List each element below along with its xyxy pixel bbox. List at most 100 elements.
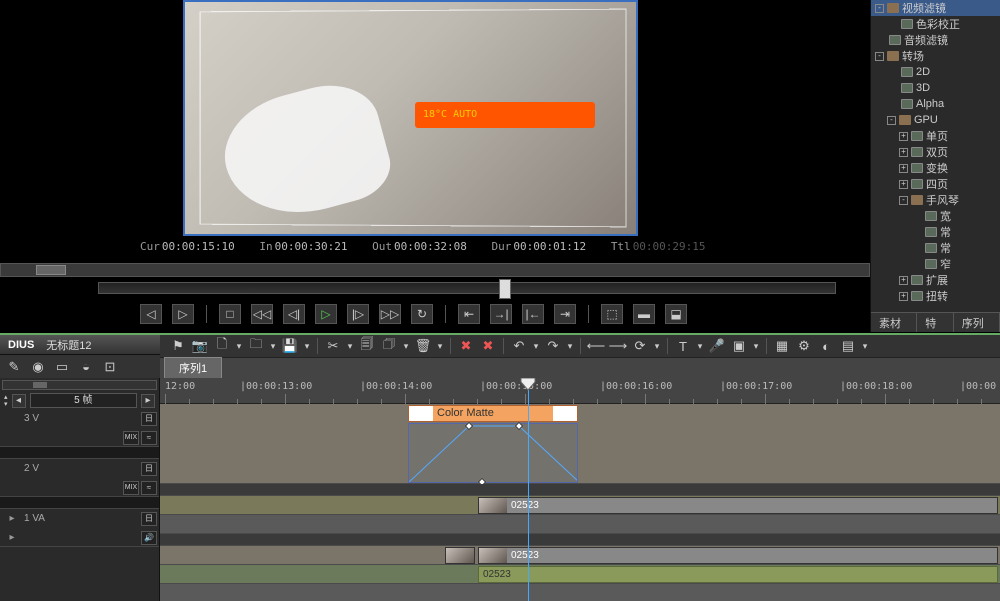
effects-tree-item[interactable]: +双页 [871, 144, 1000, 160]
preview-monitor[interactable]: 18°C AUTO [183, 0, 638, 236]
toolbar-button[interactable]: ↷ [543, 337, 563, 355]
toolbar-button[interactable]: ▾ [435, 337, 445, 355]
zoom-up-icon[interactable]: ▴ [4, 394, 8, 401]
tree-toggle-icon[interactable]: - [887, 116, 896, 125]
effects-tree-item[interactable]: +扩展 [871, 272, 1000, 288]
clip-02523-va-a[interactable]: 02523 [478, 566, 998, 583]
timeline[interactable]: 12:00|00:00:13:00|00:00:14:00|00:00:15:0… [160, 378, 1000, 601]
toolbar-button[interactable]: ▾ [565, 337, 575, 355]
zoom-next-button[interactable]: ▸ [141, 394, 155, 408]
tree-toggle-icon[interactable]: + [899, 164, 908, 173]
toolbar-button[interactable]: 🎤 [707, 337, 727, 355]
track-head-3v[interactable]: 3 V 日 MIX≈ [0, 409, 159, 447]
stop-button[interactable]: □ [219, 304, 241, 324]
effects-tree-item[interactable]: -GPU [871, 112, 1000, 128]
toolbar-button[interactable]: ⚑ [168, 337, 188, 355]
toolbar-button[interactable]: ✂ [323, 337, 343, 355]
track-1va-audio[interactable]: 02523 [160, 565, 1000, 584]
toolbar-button[interactable]: ▾ [234, 337, 244, 355]
mark-in-button[interactable]: ◁ [140, 304, 162, 324]
track-1va-video[interactable]: 02523 [160, 546, 1000, 565]
tab-markers[interactable]: 序列标 [954, 313, 1000, 332]
effects-tree-item[interactable]: +四页 [871, 176, 1000, 192]
time-ruler[interactable]: 12:00|00:00:13:00|00:00:14:00|00:00:15:0… [160, 378, 1000, 404]
clip-02523-v2[interactable]: 02523 [478, 497, 998, 514]
toolbar-button[interactable]: ▣ [729, 337, 749, 355]
effects-tree-item[interactable]: 色彩校正 [871, 16, 1000, 32]
clip-thumb-prev[interactable] [445, 547, 475, 564]
toolbar-button[interactable]: 🗐 [357, 337, 377, 355]
effects-tree-item[interactable]: 2D [871, 64, 1000, 80]
prev-edit-button[interactable]: ⇤ [458, 304, 480, 324]
zoom-down-icon[interactable]: ▾ [4, 401, 8, 408]
loop-button[interactable]: ↻ [411, 304, 433, 324]
play-button[interactable]: ▷ [315, 304, 337, 324]
zoom-display[interactable]: 5 帧 [30, 393, 137, 408]
effects-tree-item[interactable]: 3D [871, 80, 1000, 96]
toolbar-button[interactable]: ▦ [772, 337, 792, 355]
step-back-button[interactable]: ◁| [283, 304, 305, 324]
toolbar-button[interactable]: ✖ [456, 337, 476, 355]
tab-effects[interactable]: 特效 [917, 313, 954, 332]
effects-tree-item[interactable]: Alpha [871, 96, 1000, 112]
mini-scrollbar[interactable] [0, 263, 870, 277]
toolbar-button[interactable]: 💾 [280, 337, 300, 355]
speaker-icon[interactable]: 🔊 [141, 531, 157, 545]
toolbar-button[interactable]: ▾ [345, 337, 355, 355]
patch-icon[interactable]: 日 [141, 412, 157, 426]
toolbar-button[interactable]: 📷 [190, 337, 210, 355]
tc-out[interactable]: 00:00:32:08 [394, 240, 467, 253]
track-3v[interactable]: Color Matte [160, 404, 1000, 484]
clip-handle-left[interactable] [409, 406, 433, 421]
tree-toggle-icon[interactable]: + [899, 148, 908, 157]
seek-bar[interactable] [98, 282, 836, 294]
goto-in-button[interactable]: →| [490, 304, 512, 324]
tool-5[interactable]: ⊡ [100, 358, 120, 376]
mark-out-button[interactable]: ▷ [172, 304, 194, 324]
tree-toggle-icon[interactable]: - [899, 196, 908, 205]
clip-color-matte[interactable]: Color Matte [408, 405, 578, 422]
toolbar-button[interactable]: ▾ [751, 337, 761, 355]
toolbar-button[interactable]: ▾ [695, 337, 705, 355]
effects-tree-item[interactable]: -手风琴 [871, 192, 1000, 208]
playhead[interactable] [528, 378, 529, 601]
toolbar-button[interactable]: 🗋 [212, 337, 232, 355]
track-panel-scroll[interactable] [2, 380, 157, 390]
toolbar-button[interactable]: 🗇 [379, 337, 399, 355]
tc-in[interactable]: 00:00:30:21 [275, 240, 348, 253]
effects-tree-item[interactable]: -视频滤镜 [871, 0, 1000, 16]
tree-toggle-icon[interactable]: + [899, 276, 908, 285]
effects-tree-item[interactable]: 窄 [871, 256, 1000, 272]
tool-3[interactable]: ▭ [52, 358, 72, 376]
effects-tree-item[interactable]: 常 [871, 224, 1000, 240]
clip-02523-va-v[interactable]: 02523 [478, 547, 998, 564]
tool-2[interactable]: ◉ [28, 358, 48, 376]
tc-dur[interactable]: 00:00:01:12 [513, 240, 586, 253]
effects-tree-item[interactable]: -转场 [871, 48, 1000, 64]
track-2v-mix[interactable] [160, 515, 1000, 534]
effects-tree-item[interactable]: +扭转 [871, 288, 1000, 304]
effects-tree-item[interactable]: +单页 [871, 128, 1000, 144]
sequence-tab-1[interactable]: 序列1 [164, 357, 222, 378]
tree-toggle-icon[interactable]: + [899, 132, 908, 141]
effects-tree-item[interactable]: +变换 [871, 160, 1000, 176]
tool-1[interactable]: ✎ [4, 358, 24, 376]
toolbar-button[interactable]: ▾ [652, 337, 662, 355]
seek-head[interactable] [499, 279, 511, 299]
tab-bin[interactable]: 素材库 [871, 313, 917, 332]
toolbar-button[interactable]: ⟳ [630, 337, 650, 355]
keyframe-area[interactable] [408, 423, 578, 483]
toolbar-button[interactable]: ▾ [531, 337, 541, 355]
effects-tree-item[interactable]: 宽 [871, 208, 1000, 224]
overwrite-button[interactable]: ▬ [633, 304, 655, 324]
toolbar-button[interactable]: ✖ [478, 337, 498, 355]
toolbar-button[interactable]: ▾ [401, 337, 411, 355]
ffwd-button[interactable]: ▷▷ [379, 304, 401, 324]
tree-toggle-icon[interactable]: + [899, 180, 908, 189]
mini-scroll-thumb[interactable] [36, 265, 66, 275]
clip-handle-right[interactable] [553, 406, 577, 421]
toolbar-button[interactable]: 🗑 [413, 337, 433, 355]
zoom-prev-button[interactable]: ◂ [12, 394, 26, 408]
toolbar-button[interactable]: ▾ [860, 337, 870, 355]
tool-4[interactable]: ◒ [76, 358, 96, 376]
